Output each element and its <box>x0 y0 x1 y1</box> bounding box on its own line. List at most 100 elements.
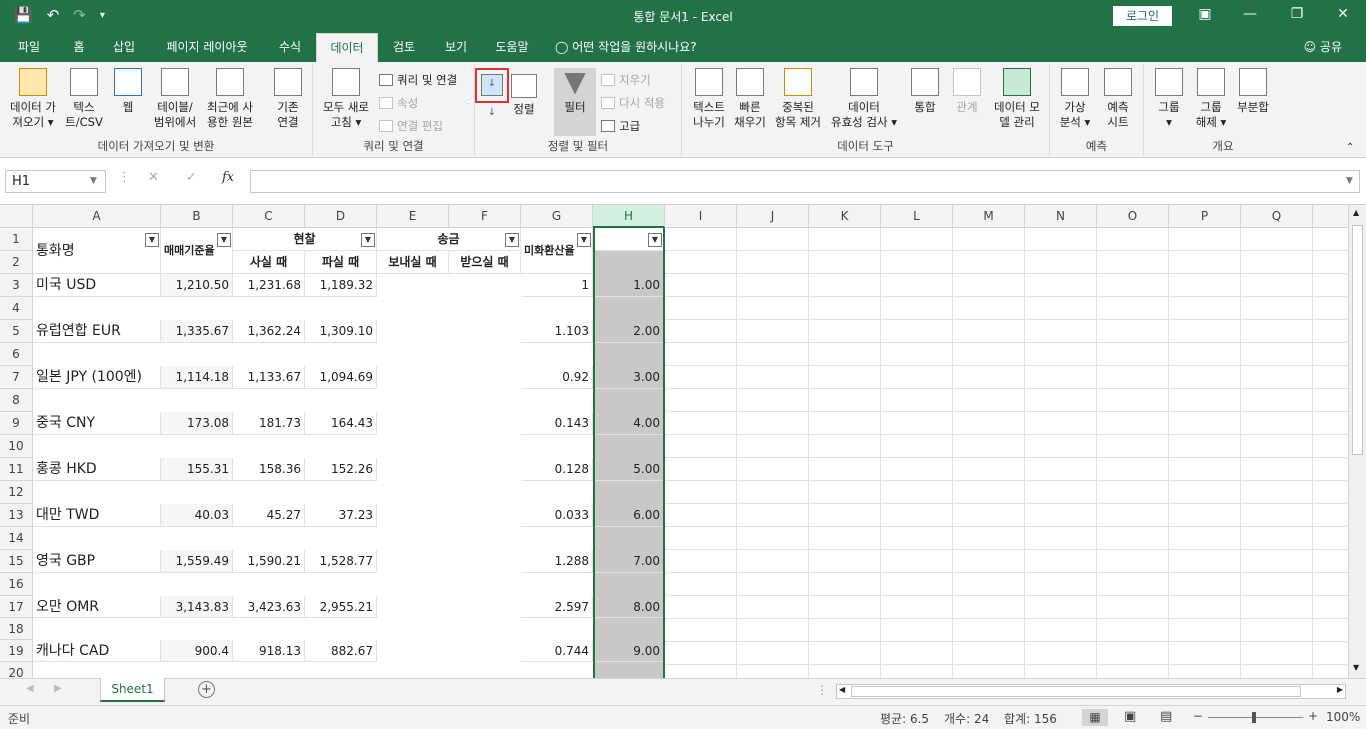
currency-cell[interactable]: 일본 JPY (100엔) <box>33 366 161 389</box>
column-header[interactable]: A <box>33 205 161 228</box>
header-receive-cell[interactable]: 받으실 때 <box>449 251 521 274</box>
sell-cell[interactable]: 152.26 <box>305 458 377 481</box>
row-header[interactable]: 3 <box>0 274 33 297</box>
restore-icon[interactable]: ❐ <box>1287 6 1307 22</box>
worksheet-grid[interactable]: A B C D E F G H I J K L M N O P Q 1 2 3 … <box>0 205 1348 678</box>
zoom-in-icon[interactable]: + <box>1308 709 1318 723</box>
subtotal-button[interactable]: 부분합 <box>1232 68 1274 115</box>
tell-me-search[interactable]: ◯ 어떤 작업을 원하시나요? <box>555 33 715 62</box>
sell-cell[interactable]: 2,955.21 <box>305 596 377 618</box>
cancel-icon[interactable]: ✕ <box>148 170 159 185</box>
sell-cell[interactable]: 1,528.77 <box>305 550 377 573</box>
filter-dropdown-icon[interactable]: ▼ <box>648 233 662 247</box>
column-header[interactable]: J <box>737 205 809 228</box>
h-cell[interactable]: 4.00 <box>595 412 663 435</box>
name-box-dropdown-icon[interactable]: ▼ <box>90 176 97 186</box>
prev-sheet-icon[interactable]: ◀ <box>26 683 34 694</box>
tab-help[interactable]: 도움말 <box>486 33 538 62</box>
currency-cell[interactable]: 캐나다 CAD <box>33 640 161 662</box>
column-header[interactable]: C <box>233 205 305 228</box>
filter-dropdown-icon[interactable]: ▼ <box>361 233 375 247</box>
base-rate-cell[interactable]: 1,559.49 <box>161 550 233 573</box>
currency-cell[interactable]: 홍콩 HKD <box>33 458 161 481</box>
column-header[interactable]: I <box>665 205 737 228</box>
scroll-right-icon[interactable]: ▶ <box>1337 685 1343 694</box>
page-break-view-icon[interactable]: ▤ <box>1160 709 1172 724</box>
h-cell[interactable]: 5.00 <box>595 458 663 481</box>
add-sheet-icon[interactable]: + <box>198 681 215 698</box>
group-button[interactable]: 그룹 ▾ <box>1150 68 1188 130</box>
get-data-button[interactable]: 데이터 가 져오기 ▾ <box>4 68 62 130</box>
h-cell[interactable]: 8.00 <box>595 596 663 618</box>
row-header[interactable]: 16 <box>0 573 33 596</box>
tab-insert[interactable]: 삽입 <box>104 33 144 62</box>
page-layout-view-icon[interactable]: ▣ <box>1124 709 1136 724</box>
text-to-columns-button[interactable]: 텍스트 나누기 <box>686 68 732 130</box>
filter-dropdown-icon[interactable]: ▼ <box>217 233 231 247</box>
h-cell[interactable]: 7.00 <box>595 550 663 573</box>
collapse-ribbon-icon[interactable]: ⌃ <box>1346 142 1354 153</box>
web-button[interactable]: 웹 <box>108 68 148 115</box>
column-header[interactable]: O <box>1097 205 1169 228</box>
column-header[interactable]: F <box>449 205 521 228</box>
insert-function-icon[interactable]: fx <box>222 170 234 185</box>
usd-rate-cell[interactable]: 1 <box>521 274 593 297</box>
base-rate-cell[interactable]: 1,335.67 <box>161 320 233 343</box>
header-sell-cell[interactable]: 파실 때 <box>305 251 377 274</box>
ungroup-button[interactable]: 그룹 해제 ▾ <box>1190 68 1232 130</box>
ribbon-display-options-icon[interactable]: ▣ <box>1195 6 1215 22</box>
sell-cell[interactable]: 1,189.32 <box>305 274 377 297</box>
currency-cell[interactable]: 영국 GBP <box>33 550 161 573</box>
column-header[interactable]: K <box>809 205 881 228</box>
queries-connections-button[interactable]: 쿼리 및 연결 <box>379 72 457 88</box>
h-cell[interactable]: 9.00 <box>595 640 663 662</box>
sort-button[interactable]: 정렬 <box>509 74 539 117</box>
forecast-sheet-button[interactable]: 예측 시트 <box>1098 68 1138 130</box>
buy-cell[interactable]: 45.27 <box>233 504 305 527</box>
zoom-slider[interactable] <box>1208 712 1303 723</box>
properties-button[interactable]: 속성 <box>379 95 418 111</box>
enter-icon[interactable]: ✓ <box>186 170 197 185</box>
next-sheet-icon[interactable]: ▶ <box>54 683 62 694</box>
text-csv-button[interactable]: 텍스 트/CSV <box>62 68 106 130</box>
row-header[interactable]: 12 <box>0 481 33 504</box>
sell-cell[interactable]: 1,094.69 <box>305 366 377 389</box>
base-rate-cell[interactable]: 173.08 <box>161 412 233 435</box>
tab-page-layout[interactable]: 페이지 레이아웃 <box>154 33 260 62</box>
share-button[interactable]: ☺ 공유 <box>1304 33 1342 62</box>
row-header[interactable]: 18 <box>0 618 33 640</box>
what-if-button[interactable]: 가상 분석 ▾ <box>1054 68 1096 130</box>
header-send-cell[interactable]: 보내실 때 <box>377 251 449 274</box>
advanced-filter-button[interactable]: 고급 <box>601 118 640 134</box>
row-header[interactable]: 2 <box>0 251 33 274</box>
header-currency-cell[interactable]: 통화명 <box>33 228 161 274</box>
base-rate-cell[interactable]: 40.03 <box>161 504 233 527</box>
h-scroll-thumb[interactable] <box>851 686 1301 697</box>
manage-data-model-button[interactable]: 데이터 모 델 관리 <box>988 68 1046 130</box>
tab-data[interactable]: 데이터 <box>316 33 378 62</box>
row-header[interactable]: 14 <box>0 527 33 550</box>
column-header[interactable]: L <box>881 205 953 228</box>
buy-cell[interactable]: 1,590.21 <box>233 550 305 573</box>
tab-home[interactable]: 홈 <box>62 33 96 62</box>
normal-view-icon[interactable]: ▦ <box>1082 709 1108 726</box>
select-all-corner[interactable] <box>0 205 33 228</box>
existing-connections-button[interactable]: 기존 연결 <box>266 68 310 130</box>
sell-cell[interactable]: 1,309.10 <box>305 320 377 343</box>
currency-cell[interactable]: 유럽연합 EUR <box>33 320 161 343</box>
recent-sources-button[interactable]: 최근에 사 용한 원본 <box>202 68 258 130</box>
zoom-slider-thumb[interactable] <box>1252 712 1256 723</box>
sell-cell[interactable]: 882.67 <box>305 640 377 662</box>
h-cell[interactable]: 6.00 <box>595 504 663 527</box>
data-validation-button[interactable]: 데이터 유효성 검사 ▾ <box>826 68 902 130</box>
vertical-scrollbar[interactable]: ▲ ▼ <box>1348 205 1366 678</box>
currency-cell[interactable]: 미국 USD <box>33 274 161 297</box>
row-header[interactable]: 17 <box>0 596 33 618</box>
filter-dropdown-icon[interactable]: ▼ <box>577 233 591 247</box>
row-header[interactable]: 20 <box>0 662 33 678</box>
usd-rate-cell[interactable]: 2.597 <box>521 596 593 618</box>
expand-formula-icon[interactable]: ▼ <box>1346 176 1353 186</box>
column-header[interactable]: G <box>521 205 593 228</box>
h-cell[interactable]: 1.00 <box>595 274 663 297</box>
column-header[interactable]: H <box>593 205 665 228</box>
